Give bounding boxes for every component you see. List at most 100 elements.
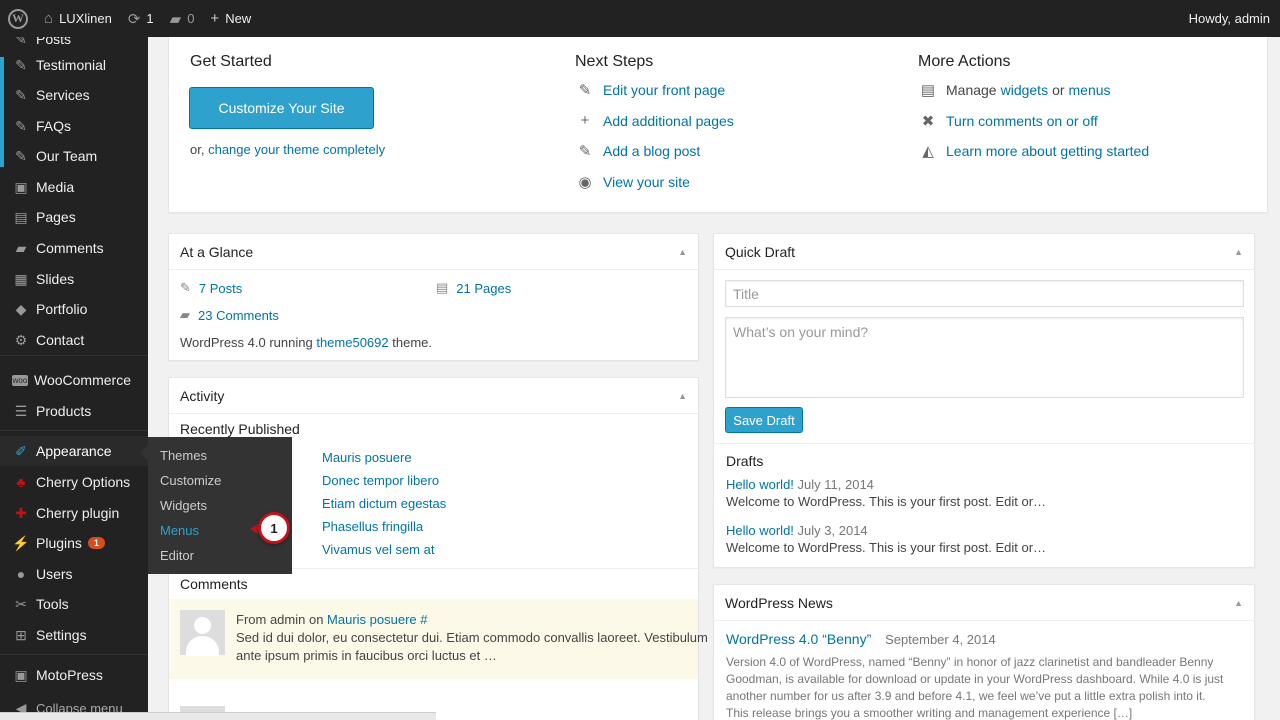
collapse-triangle-icon[interactable]: ▲ (1234, 247, 1243, 257)
widget-header[interactable]: Activity ▲ (169, 378, 698, 414)
submenu-editor[interactable]: Editor (148, 543, 292, 568)
news-excerpt-line: Version 4.0 of WordPress, named “Benny” … (726, 655, 1214, 669)
sidebar-item-tools[interactable]: ✂ Tools (0, 589, 148, 619)
sidebar-item-label: Portfolio (36, 301, 88, 317)
sidebar-item-label: Appearance (36, 443, 112, 459)
draft-date: July 11, 2014 (797, 477, 874, 492)
published-post-link[interactable]: Vivamus vel sem at (322, 542, 434, 557)
view-site-icon: ◉ (578, 174, 592, 191)
sidebar-item-label: Media (36, 179, 75, 195)
add-pages-link[interactable]: Add additional pages (603, 113, 734, 129)
updates-count: 1 (146, 11, 154, 26)
refresh-icon: ⟳ (127, 10, 141, 28)
news-date: September 4, 2014 (885, 632, 996, 647)
sidebar-item-appearance[interactable]: ✐ Appearance (0, 436, 148, 466)
widget-header[interactable]: Quick Draft ▲ (714, 234, 1254, 270)
sidebar-item-contact[interactable]: ⚙ Contact (0, 325, 148, 355)
customize-site-button[interactable]: Customize Your Site (189, 87, 374, 129)
sidebar-item-portfolio[interactable]: ◆ Portfolio (0, 294, 148, 324)
sidebar-item-products[interactable]: ☰ Products (0, 396, 148, 426)
widget-title: Quick Draft (725, 243, 796, 260)
sidebar-item-media[interactable]: ▣ Media (0, 172, 148, 202)
comment-bubble-icon: ▰ (169, 10, 182, 28)
menus-link[interactable]: menus (1069, 82, 1111, 98)
published-post-link[interactable]: Mauris posuere (322, 450, 412, 465)
wordpress-logo-icon[interactable]: W (0, 0, 36, 37)
comments-toggle-link[interactable]: Turn comments on or off (946, 113, 1098, 129)
comment-icon: ▰ (180, 307, 190, 322)
sidebar-item-pages[interactable]: ▤ Pages (0, 202, 148, 232)
graduation-cap-icon: ◭ (922, 143, 934, 160)
pushpin-icon: ✎ (15, 86, 27, 103)
widget-title: WordPress News (725, 594, 833, 611)
settings-icon: ⊞ (15, 626, 27, 643)
pushpin-icon: ✎ (15, 117, 27, 134)
widget-header[interactable]: WordPress News ▲ (714, 585, 1254, 621)
edit-front-page-link[interactable]: Edit your front page (603, 82, 725, 98)
sidebar-item-users[interactable]: ● Users (0, 559, 148, 589)
welcome-panel: Get Started Customize Your Site or, chan… (168, 37, 1268, 213)
sidebar-item-faqs[interactable]: ✎ FAQs (0, 111, 148, 141)
plus-icon: + (210, 10, 220, 27)
sidebar-item-our-team[interactable]: ✎ Our Team (0, 141, 148, 171)
sidebar-item-slides[interactable]: ▦ Slides (0, 264, 148, 294)
sidebar-item-label: MotoPress (36, 667, 103, 683)
write-post-icon: ✎ (578, 143, 592, 160)
greeting: Howdy, admin (1188, 11, 1270, 26)
plus-icon: + (580, 112, 590, 129)
manage-prefix: Manage (946, 82, 997, 98)
puzzle-icon: ✚ (15, 504, 27, 521)
sidebar-item-settings[interactable]: ⊞ Settings (0, 620, 148, 650)
comment-icon: ▰ (15, 239, 27, 256)
drafts-heading: Drafts (726, 453, 764, 469)
collapse-triangle-icon[interactable]: ▲ (678, 391, 687, 401)
save-draft-button[interactable]: Save Draft (725, 407, 803, 433)
posts-count-link[interactable]: 7 Posts (199, 281, 242, 296)
pages-count-link[interactable]: 21 Pages (456, 281, 511, 296)
sidebar-item-woocommerce[interactable]: woo WooCommerce (0, 365, 148, 395)
published-post-link[interactable]: Phasellus fringilla (322, 519, 423, 534)
comments-count-link[interactable]: 23 Comments (198, 308, 279, 323)
sidebar-item-cherry-options[interactable]: ♣ Cherry Options (0, 467, 148, 497)
theme-link[interactable]: theme50692 (316, 335, 388, 350)
learn-more-link[interactable]: Learn more about getting started (946, 143, 1149, 159)
sidebar-item-label: Services (36, 87, 90, 103)
draft-content-textarea[interactable]: What’s on your mind? (725, 317, 1244, 398)
draft-title-input[interactable]: Title (725, 280, 1244, 307)
sidebar-item-plugins[interactable]: ⚡ Plugins 1 (0, 528, 148, 558)
home-icon: ⌂ (44, 10, 54, 27)
sidebar-item-cherry-plugin[interactable]: ✚ Cherry plugin (0, 498, 148, 528)
manage-widgets-menus: ▤ Manage widgets or menus (919, 81, 1111, 99)
comments-link[interactable]: ▰ 0 (162, 0, 203, 37)
widget-header[interactable]: At a Glance ▲ (169, 234, 698, 270)
submenu-themes[interactable]: Themes (148, 443, 292, 468)
add-blog-post-link[interactable]: Add a blog post (603, 143, 700, 159)
appearance-flyout-menu: Themes Customize Widgets Menus Editor (140, 437, 292, 574)
site-name-link[interactable]: ⌂ LUXlinen (36, 0, 120, 37)
sidebar-item-label: Settings (36, 627, 87, 643)
comment-from: From admin on (236, 612, 324, 627)
collapse-triangle-icon[interactable]: ▲ (1234, 598, 1243, 608)
view-site-link[interactable]: View your site (603, 174, 690, 190)
collapse-triangle-icon[interactable]: ▲ (678, 247, 687, 257)
sidebar-item-services[interactable]: ✎ Services (0, 80, 148, 110)
submenu-customize[interactable]: Customize (148, 468, 292, 493)
draft-title-link[interactable]: Hello world! (726, 477, 794, 492)
widgets-link[interactable]: widgets (1001, 82, 1048, 98)
draft-title-link[interactable]: Hello world! (726, 523, 794, 538)
updates-link[interactable]: ⟳ 1 (120, 0, 162, 37)
or-prefix: or, (190, 142, 205, 157)
sidebar-item-comments[interactable]: ▰ Comments (0, 233, 148, 263)
sidebar-item-label: Comments (36, 240, 104, 256)
callout-pointer (250, 524, 258, 534)
sidebar-item-motopress[interactable]: ▣ MotoPress (0, 660, 148, 690)
published-post-link[interactable]: Etiam dictum egestas (322, 496, 446, 511)
new-content-link[interactable]: + New (202, 0, 259, 37)
edit-page-icon: ✎ (578, 82, 592, 99)
my-account-link[interactable]: Howdy, admin (1181, 0, 1280, 37)
published-post-link[interactable]: Donec tempor libero (322, 473, 439, 488)
news-headline-link[interactable]: WordPress 4.0 “Benny” (726, 631, 871, 647)
comment-post-link[interactable]: Mauris posuere # (327, 612, 427, 627)
change-theme-link[interactable]: change your theme completely (208, 142, 385, 157)
sidebar-item-testimonial[interactable]: ✎ Testimonial (0, 50, 148, 80)
